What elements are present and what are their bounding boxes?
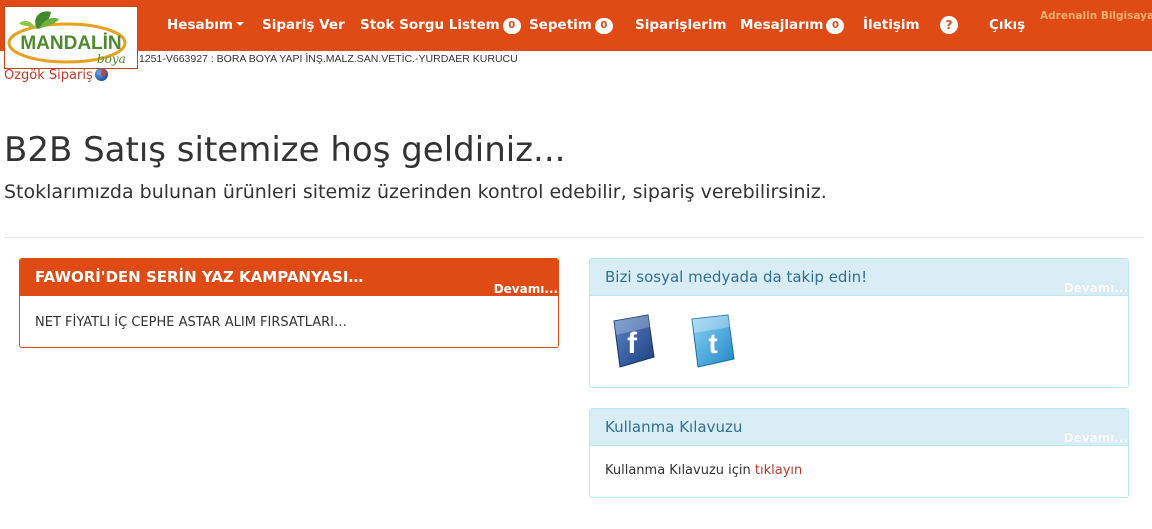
- nav-stok-sorgu-label: Stok Sorgu Listem: [360, 17, 500, 33]
- facebook-letter: f: [627, 327, 638, 360]
- nav-siparis-ver[interactable]: Sipariş Ver: [262, 0, 345, 51]
- twitter-icon[interactable]: t: [688, 313, 736, 369]
- guide-text: Kullanma Kılavuzu için: [605, 463, 755, 478]
- guide-panel: Kullanma Kılavuzu Devamı... Kullanma Kıl…: [589, 408, 1129, 498]
- nav-sepetim[interactable]: Sepetim 0: [529, 0, 613, 51]
- nav-mesajlarim[interactable]: Mesajlarım 0: [740, 0, 845, 51]
- nav-sepetim-label: Sepetim: [529, 17, 592, 33]
- logo-text: MANDALİN: [20, 33, 121, 54]
- nav-user-name: Adrenalin Bilgisayar: [1040, 10, 1152, 22]
- mesajlarim-count-badge: 0: [826, 18, 845, 34]
- nav-siparislerim[interactable]: Siparişlerim: [635, 0, 727, 51]
- ozgok-siparis-label: Özgök Sipariş: [4, 68, 93, 83]
- nav-cikis[interactable]: Çıkış: [989, 0, 1025, 51]
- guide-more-link[interactable]: Devamı...: [1064, 431, 1128, 445]
- nav-hesabim-label: Hesabım: [167, 17, 233, 33]
- nav-hesabim-dropdown[interactable]: Hesabım: [167, 0, 244, 51]
- logo-subtext: boya: [97, 52, 126, 66]
- social-more-link[interactable]: Devamı...: [1064, 281, 1128, 295]
- social-panel: Bizi sosyal medyada da takip edin! Devam…: [589, 258, 1129, 388]
- logo-leaf-icon: MANDALİN boya: [7, 11, 127, 66]
- top-navbar: Hesabım Sipariş Ver Stok Sorgu Listem 0 S…: [0, 0, 1152, 51]
- account-info: 1251-V663927 : BORA BOYA YAPI İNŞ.MALZ.S…: [139, 53, 518, 65]
- social-panel-header: Bizi sosyal medyada da takip edin! Devam…: [590, 259, 1128, 296]
- facebook-icon[interactable]: f: [608, 313, 656, 369]
- guide-click-link[interactable]: tıklayın: [755, 463, 802, 478]
- ozgok-siparis-link[interactable]: Özgök Sipariş: [4, 68, 108, 83]
- campaign-body: NET FİYATLI İÇ CEPHE ASTAR ALIM FIRSATLA…: [20, 296, 558, 330]
- guide-title: Kullanma Kılavuzu: [605, 418, 743, 436]
- mandalin-logo[interactable]: MANDALİN boya: [4, 6, 138, 69]
- page-title: B2B Satış sitemize hoş geldiniz...: [4, 130, 566, 170]
- help-icon: ?: [940, 16, 958, 34]
- campaign-more-link[interactable]: Devamı...: [494, 282, 558, 296]
- divider: [4, 237, 1144, 238]
- stok-sorgu-count-badge: 0: [502, 18, 521, 34]
- globe-icon: [94, 68, 108, 81]
- guide-panel-header: Kullanma Kılavuzu Devamı...: [590, 409, 1128, 446]
- caret-down-icon: [235, 22, 244, 26]
- campaign-text: NET FİYATLI İÇ CEPHE ASTAR ALIM FIRSATLA…: [35, 315, 347, 330]
- page-subtitle: Stoklarımızda bulunan ürünleri sitemiz ü…: [4, 181, 827, 203]
- social-title: Bizi sosyal medyada da takip edin!: [605, 268, 868, 286]
- nav-stok-sorgu-listem[interactable]: Stok Sorgu Listem 0: [360, 0, 521, 51]
- nav-mesajlarim-label: Mesajlarım: [740, 17, 824, 33]
- campaign-panel: FAWORİ'DEN SERİN YAZ KAMPANYASI… Devamı.…: [19, 258, 559, 348]
- campaign-panel-header: FAWORİ'DEN SERİN YAZ KAMPANYASI… Devamı.…: [20, 259, 558, 296]
- nav-help[interactable]: ?: [940, 0, 958, 51]
- campaign-title: FAWORİ'DEN SERİN YAZ KAMPANYASI…: [35, 268, 364, 286]
- sepetim-count-badge: 0: [594, 18, 613, 34]
- nav-iletisim[interactable]: İletişim: [863, 0, 920, 51]
- twitter-letter: t: [708, 328, 717, 359]
- guide-body: Kullanma Kılavuzu için tıklayın: [590, 446, 1128, 478]
